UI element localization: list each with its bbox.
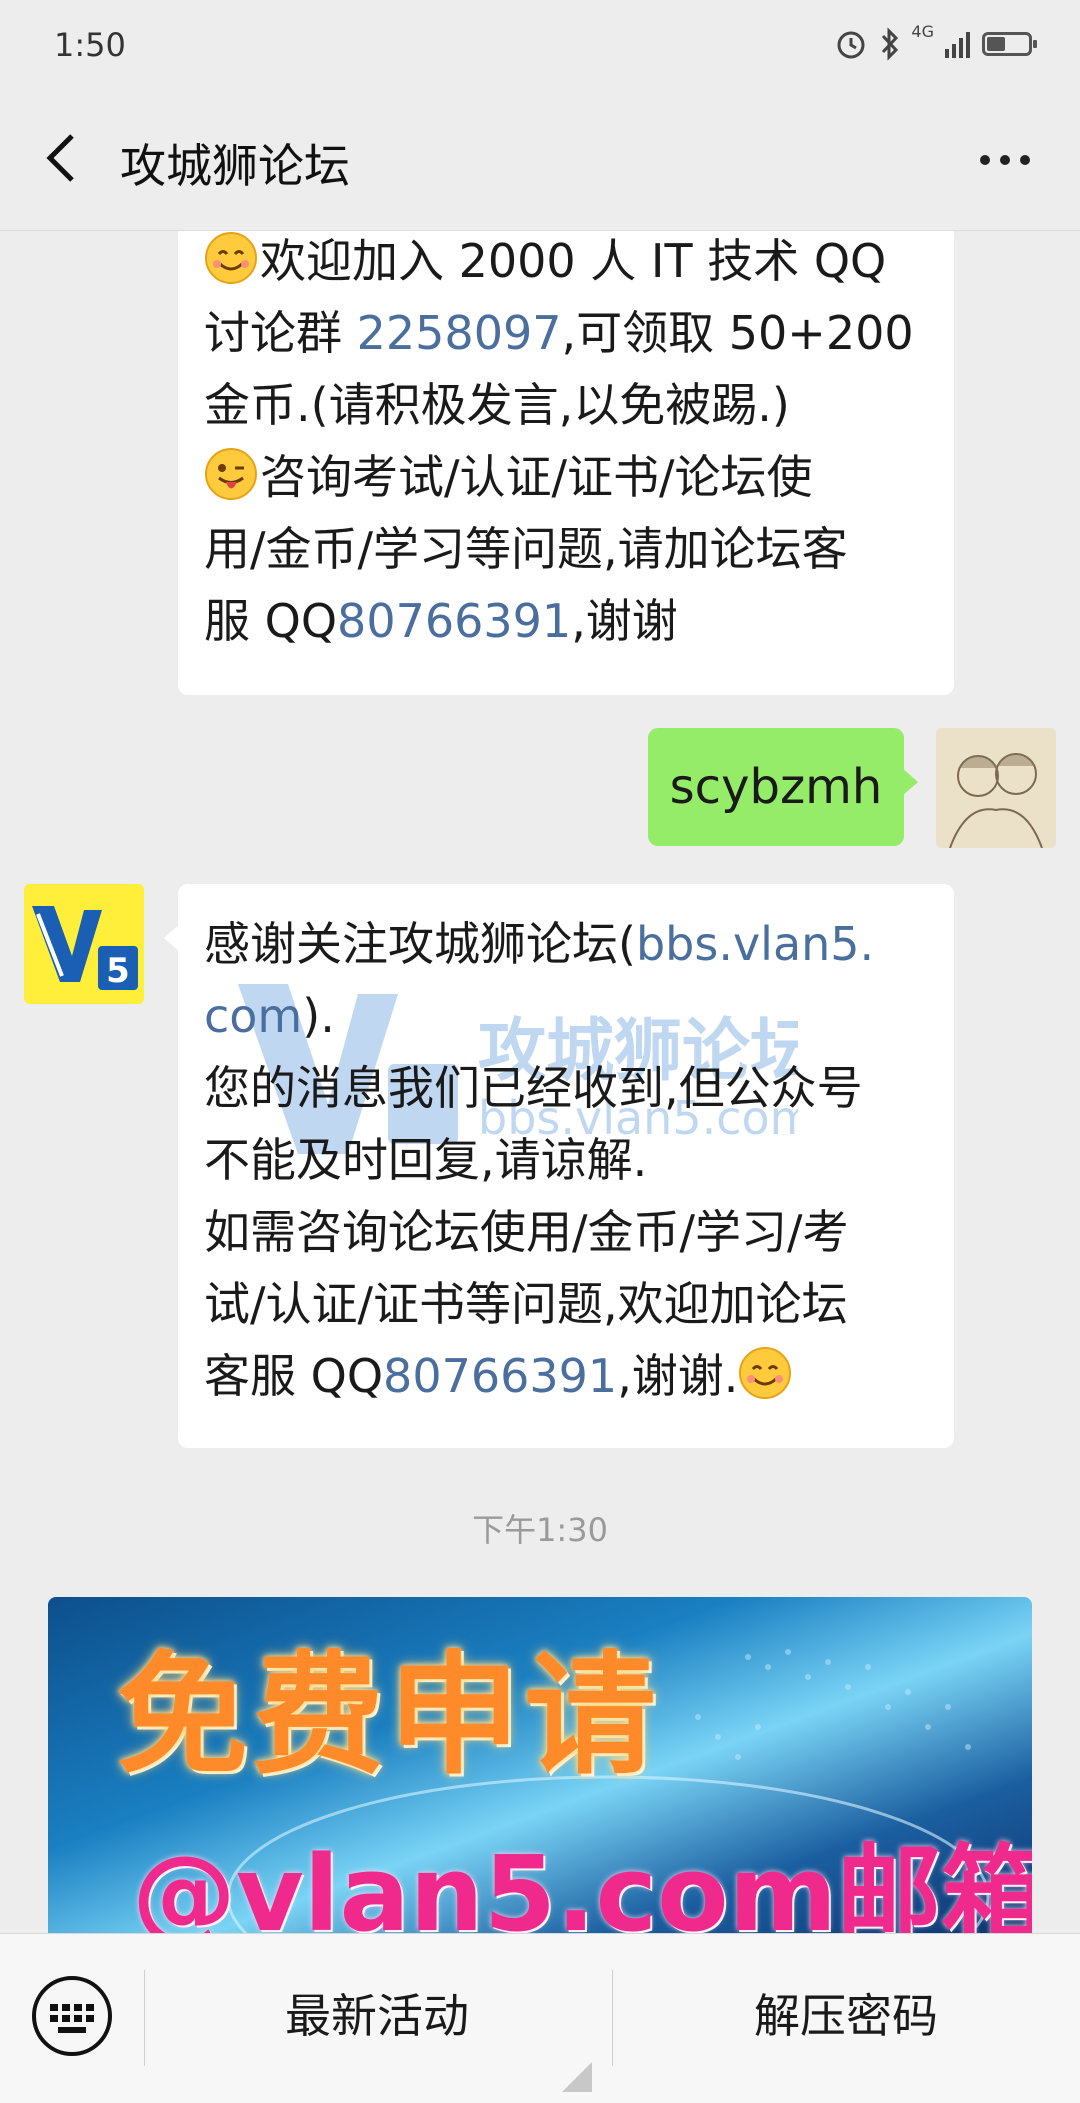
message-line: 服 QQ80766391,谢谢 <box>204 594 678 648</box>
message-line: 客服 QQ80766391,谢谢. <box>204 1340 928 1412</box>
message-line: 金币.(请积极发言,以免被踢.) <box>204 378 790 432</box>
qq-service-link[interactable]: 80766391 <box>383 1349 617 1403</box>
avatar[interactable] <box>936 728 1056 848</box>
message-line: 您的消息我们已经收到,但公众号 <box>204 1061 863 1115</box>
message-bubble-incoming: 攻城狮论坛 bbs.vlan5.com 感谢关注攻城狮论坛(bbs.vlan5.… <box>164 884 954 1448</box>
chat-area[interactable]: 欢迎加入 2000 人 IT 技术 QQ 讨论群 2258097,可领取 50+… <box>0 231 1080 1933</box>
message-line: 试/认证/证书等问题,欢迎加论坛 <box>204 1277 848 1331</box>
status-bar: 1:50 4G <box>0 0 1080 90</box>
message-line: 讨论群 2258097,可领取 50+200 <box>204 306 914 360</box>
avatar[interactable]: 5 <box>24 884 144 1004</box>
banner-subtitle: @vlan5.com邮箱 <box>132 1833 1032 1933</box>
header-bar: 攻城狮论坛 <box>0 90 1080 231</box>
message-line: 用/金币/学习等问题,请加论坛客 <box>204 522 848 576</box>
network-type: 4G <box>911 22 934 41</box>
menu-item-latest-activity[interactable]: 最新活动 <box>144 1980 610 2046</box>
message-bubble-outgoing[interactable]: scybzmh <box>648 728 918 846</box>
keyboard-icon[interactable] <box>30 1974 114 2058</box>
page-title: 攻城狮论坛 <box>120 139 350 193</box>
svg-text:5: 5 <box>106 951 130 991</box>
smile-emoji-icon <box>739 1347 792 1399</box>
signal-icon <box>945 32 970 58</box>
bottom-menu-bar: 最新活动 解压密码 <box>0 1933 1080 2103</box>
status-icons: 4G <box>833 22 1037 66</box>
message-line: com). <box>204 989 335 1043</box>
message-line: 咨询考试/认证/证书/论坛使 <box>204 441 928 513</box>
bluetooth-icon <box>882 27 899 61</box>
message-line: 感谢关注攻城狮论坛(bbs.vlan5. <box>204 917 875 971</box>
message-line: 欢迎加入 2000 人 IT 技术 QQ <box>204 231 928 297</box>
alarm-icon <box>837 31 865 59</box>
promo-banner-image[interactable]: 免费申请 @vlan5.com邮箱 <box>48 1597 1032 1933</box>
qq-group-link[interactable]: 2258097 <box>357 306 562 360</box>
message-timestamp: 下午1:30 <box>472 1511 608 1549</box>
wink-tongue-emoji-icon <box>205 448 257 500</box>
more-icon[interactable] <box>970 130 1040 190</box>
submenu-indicator-icon <box>562 2062 592 2092</box>
qq-service-link[interactable]: 80766391 <box>337 594 571 648</box>
status-time: 1:50 <box>54 26 126 64</box>
battery-icon <box>982 32 1037 56</box>
banner-title: 免费申请 <box>116 1639 660 1793</box>
forum-link[interactable]: com <box>204 989 302 1043</box>
forum-link[interactable]: bbs.vlan5. <box>636 917 874 971</box>
message-bubble-incoming: 欢迎加入 2000 人 IT 技术 QQ 讨论群 2258097,可领取 50+… <box>178 231 954 695</box>
message-line: 如需咨询论坛使用/金币/学习/考 <box>204 1205 849 1259</box>
menu-item-unzip-password[interactable]: 解压密码 <box>612 1980 1080 2046</box>
chevron-left-icon[interactable] <box>32 128 92 188</box>
smile-emoji-icon <box>205 232 257 284</box>
message-line: 不能及时回复,请谅解. <box>204 1133 648 1187</box>
